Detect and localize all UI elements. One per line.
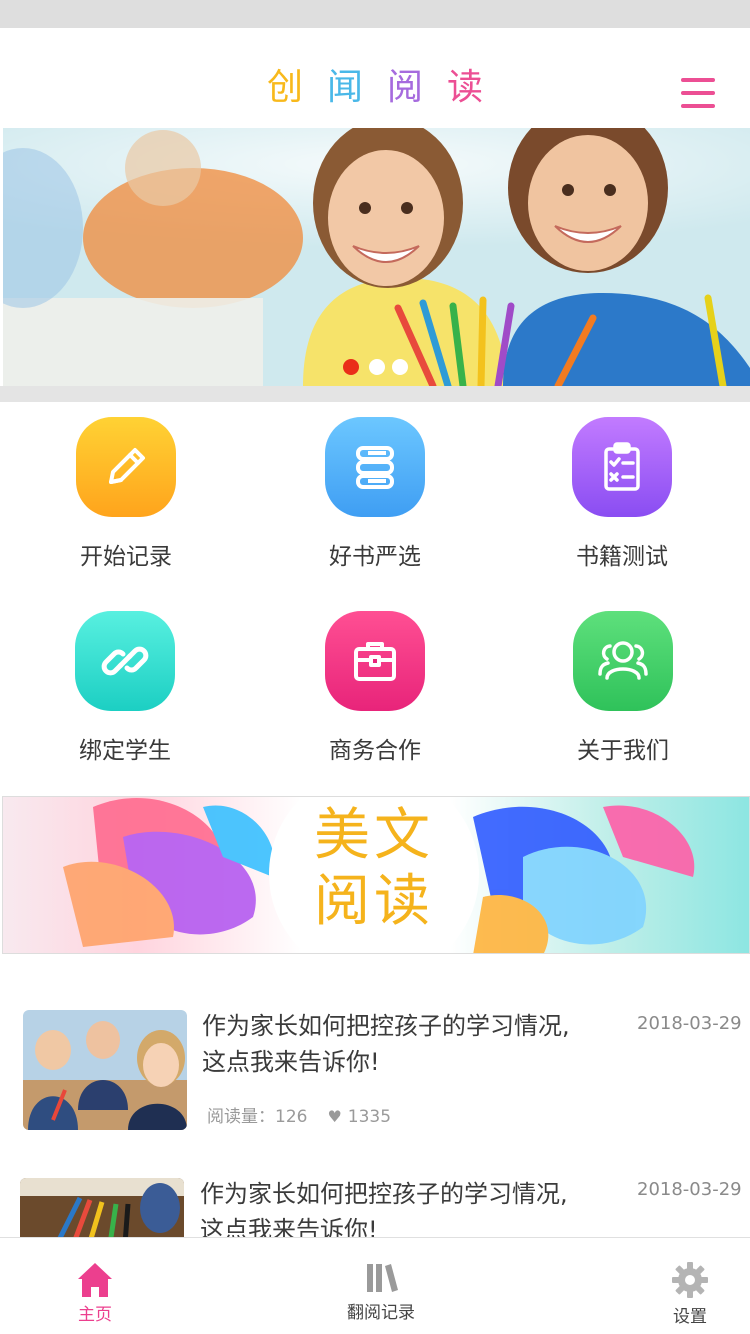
- heart-icon[interactable]: ♥: [327, 1107, 341, 1126]
- status-bar: [0, 0, 750, 28]
- hamburger-menu-icon[interactable]: [681, 78, 715, 108]
- tab-home[interactable]: 主页: [35, 1238, 155, 1334]
- carousel-dot[interactable]: [369, 359, 385, 375]
- app-title-char: 读: [447, 67, 484, 108]
- feature-label: 关于我们: [577, 738, 669, 764]
- clipboard-checklist-icon: [572, 417, 672, 517]
- pencil-icon: [76, 417, 176, 517]
- app-screen: 创闻阅读 开始记录 好书严选 书籍测试 绑定学生 商务合作 关于我们 美文 阅读…: [0, 0, 750, 1334]
- tab-label: 翻阅记录: [347, 1303, 415, 1323]
- feature-label: 好书严选: [329, 544, 421, 570]
- feature-label: 书籍测试: [576, 544, 668, 570]
- news-date: 2018-03-29: [637, 1179, 742, 1200]
- app-title-char: 闻: [326, 67, 363, 108]
- feature-good-books[interactable]: 好书严选: [275, 417, 475, 587]
- users-icon: [573, 611, 673, 711]
- news-thumbnail: [23, 1010, 187, 1130]
- tab-settings[interactable]: 设置: [630, 1238, 750, 1334]
- library-books-icon: [367, 1264, 398, 1292]
- tab-history[interactable]: 翻阅记录: [321, 1238, 441, 1334]
- banner-title-line: 阅读: [314, 869, 434, 934]
- hero-photo: [3, 128, 750, 386]
- briefcase-icon: [325, 611, 425, 711]
- feature-label: 绑定学生: [79, 738, 171, 764]
- carousel-dot[interactable]: [392, 359, 408, 375]
- banner-title-line: 美文: [314, 803, 434, 868]
- news-like-count: 1335: [347, 1107, 392, 1127]
- app-header: 创闻阅读: [0, 28, 750, 128]
- feature-about-us[interactable]: 关于我们: [523, 611, 723, 781]
- tab-label: 主页: [78, 1305, 112, 1325]
- app-title: 创闻阅读: [0, 62, 750, 114]
- books-icon: [325, 417, 425, 517]
- news-date: 2018-03-29: [637, 1013, 742, 1034]
- bottom-tab-bar: 主页 翻阅记录 设置: [0, 1237, 750, 1334]
- app-title-char: 创: [266, 67, 303, 108]
- feature-start-record[interactable]: 开始记录: [26, 417, 226, 587]
- tab-label: 设置: [673, 1307, 707, 1327]
- news-title-line: 作为家长如何把控孩子的学习情况,: [200, 1180, 568, 1208]
- feature-business[interactable]: 商务合作: [275, 611, 475, 781]
- feature-label: 商务合作: [329, 738, 421, 764]
- feature-label: 开始记录: [80, 544, 172, 570]
- news-title-line: 这点我来告诉你!: [202, 1048, 380, 1076]
- hero-carousel[interactable]: [3, 128, 750, 386]
- link-icon: [75, 611, 175, 711]
- gear-icon: [672, 1262, 708, 1298]
- feature-book-test[interactable]: 书籍测试: [522, 417, 722, 587]
- app-title-char: 阅: [387, 67, 424, 108]
- news-view-count: 阅读量：126: [207, 1107, 308, 1127]
- news-title: 作为家长如何把控孩子的学习情况, 这点我来告诉你!: [202, 1008, 602, 1080]
- article-reading-banner[interactable]: 美文 阅读: [2, 796, 750, 954]
- news-title-line: 作为家长如何把控孩子的学习情况,: [202, 1012, 570, 1040]
- feature-bind-student[interactable]: 绑定学生: [25, 611, 225, 781]
- banner-title: 美文 阅读: [269, 803, 479, 935]
- section-divider: [0, 386, 750, 402]
- news-list-item[interactable]: 作为家长如何把控孩子的学习情况, 这点我来告诉你! 2018-03-29 阅读量…: [0, 1000, 750, 1150]
- news-meta: 阅读量：126 ♥ 1335: [207, 1102, 391, 1127]
- home-icon: [78, 1263, 112, 1297]
- carousel-dot[interactable]: [343, 359, 359, 375]
